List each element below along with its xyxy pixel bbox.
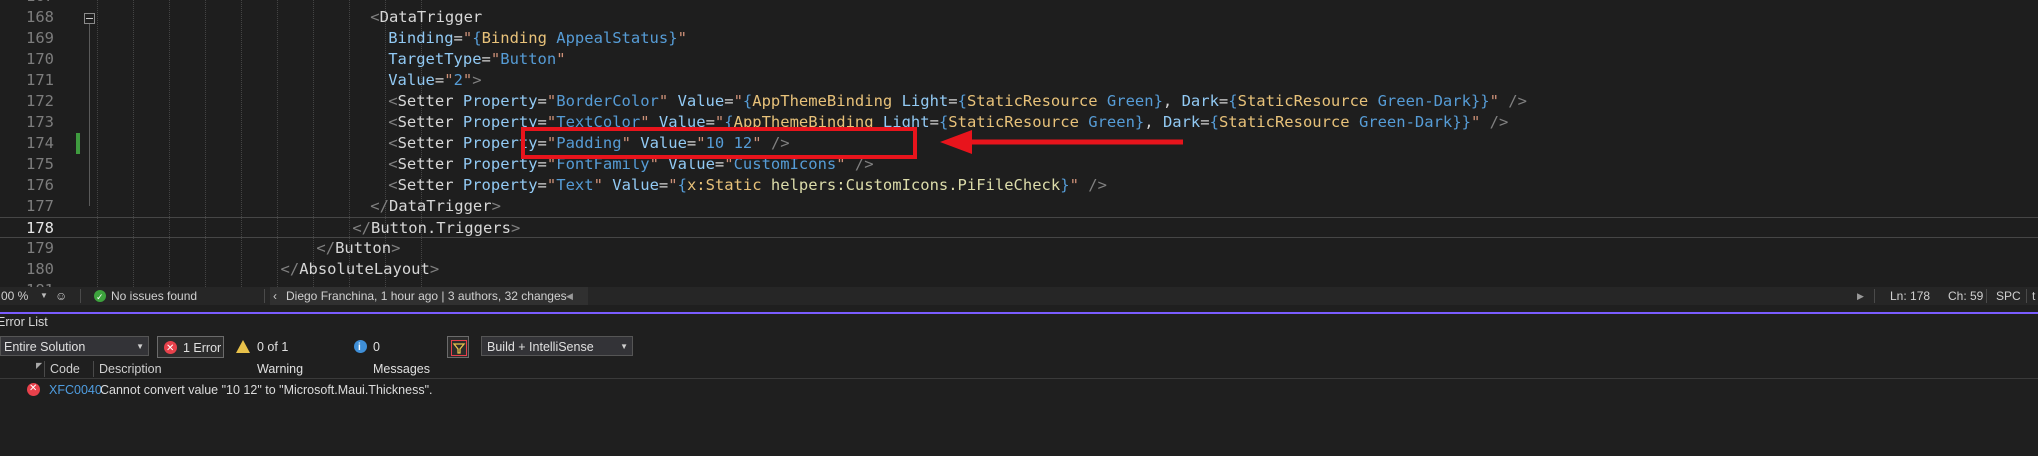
panel-divider[interactable] bbox=[0, 312, 2038, 314]
fold-toggle[interactable] bbox=[84, 13, 95, 24]
code-line[interactable]: 172 <Setter Property="BorderColor" Value=… bbox=[0, 91, 2038, 112]
code-line[interactable]: 170 TargetType="Button" bbox=[0, 49, 2038, 70]
line-number: 181 bbox=[0, 280, 54, 287]
line-number: 173 bbox=[26, 113, 54, 131]
line-number: 170 bbox=[26, 50, 54, 68]
code-line[interactable]: 177 </DataTrigger> bbox=[0, 196, 2038, 217]
separator bbox=[1874, 289, 1875, 303]
error-list-title: Error List bbox=[0, 315, 48, 329]
line-number: 176 bbox=[26, 176, 54, 194]
code-text: Value="2"> bbox=[388, 71, 482, 89]
line-number: 174 bbox=[26, 134, 54, 152]
errors-filter-label: 1 Error bbox=[183, 341, 222, 355]
code-text: TargetType="Button" bbox=[388, 50, 566, 68]
build-source-value: Build + IntelliSense bbox=[487, 340, 594, 354]
code-text: </Button> bbox=[316, 239, 401, 257]
code-text: <Setter Property="BorderColor" Value="{A… bbox=[388, 92, 1527, 110]
build-source-dropdown[interactable]: Build + IntelliSense ▼ bbox=[481, 336, 633, 356]
annotation-highlight-box bbox=[521, 127, 917, 159]
git-blame-text: Diego Franchina, 1 hour ago | 3 authors,… bbox=[286, 289, 567, 303]
chevron-down-icon: ▼ bbox=[620, 342, 628, 351]
code-text: </DataTrigger> bbox=[370, 197, 501, 215]
code-text: Binding="{Binding AppealStatus}" bbox=[388, 29, 687, 47]
sort-icon[interactable]: ◤ bbox=[36, 357, 42, 375]
error-icon bbox=[164, 338, 177, 360]
code-text: <DataTrigger bbox=[370, 8, 483, 26]
line-number-indicator[interactable]: Ln: 178 bbox=[1890, 287, 1930, 305]
separator bbox=[2026, 289, 2027, 303]
change-indicator bbox=[76, 133, 80, 154]
fold-guide bbox=[89, 24, 90, 206]
line-number: 168 bbox=[26, 8, 54, 26]
code-line[interactable]: 167 bbox=[0, 0, 2038, 7]
column-header-description[interactable]: Description bbox=[99, 360, 162, 378]
line-number: 179 bbox=[26, 239, 54, 257]
column-indicator[interactable]: Ch: 59 bbox=[1948, 287, 1983, 305]
chevron-down-icon[interactable]: ▼ bbox=[40, 287, 48, 305]
error-row[interactable]: XFC0040 Cannot convert value "10 12" to … bbox=[0, 380, 2038, 399]
code-text: </Button.Triggers> bbox=[352, 219, 521, 237]
code-line[interactable]: 171 Value="2"> bbox=[0, 70, 2038, 91]
line-number: 177 bbox=[26, 197, 54, 215]
scope-dropdown-value: Entire Solution bbox=[4, 340, 86, 354]
code-line[interactable]: 179 </Button> bbox=[0, 238, 2038, 259]
copilot-icon[interactable]: ☺ bbox=[55, 287, 67, 305]
chevron-left-icon[interactable]: ‹ bbox=[273, 287, 277, 305]
code-line[interactable]: 176 <Setter Property="Text" Value="{x:Sta… bbox=[0, 175, 2038, 196]
messages-filter-button[interactable]: 0 Messages bbox=[354, 336, 440, 376]
header-divider bbox=[0, 378, 2038, 379]
filter-icon bbox=[451, 340, 467, 356]
column-separator[interactable] bbox=[44, 361, 45, 377]
check-icon bbox=[94, 288, 106, 306]
separator bbox=[1986, 289, 1987, 303]
line-number: 167 bbox=[0, 0, 54, 7]
separator bbox=[80, 289, 81, 303]
line-number: 169 bbox=[26, 29, 54, 47]
filter-button[interactable] bbox=[447, 336, 469, 358]
scope-dropdown[interactable]: Entire Solution ▼ bbox=[0, 336, 149, 356]
error-icon bbox=[27, 380, 40, 398]
warning-icon bbox=[236, 340, 250, 353]
line-number: 180 bbox=[26, 260, 54, 278]
error-list-header: ◤ Code Description bbox=[0, 360, 2038, 378]
chevron-down-icon: ▼ bbox=[136, 342, 144, 351]
error-description: Cannot convert value "10 12" to "Microso… bbox=[100, 383, 433, 397]
git-blame-info[interactable]: ‹ Diego Franchina, 1 hour ago | 3 author… bbox=[270, 287, 588, 305]
code-line[interactable]: 181 bbox=[0, 280, 2038, 287]
issues-status[interactable]: No issues found bbox=[111, 287, 197, 305]
warnings-filter-button[interactable]: 0 of 1 Warning bbox=[236, 336, 336, 376]
code-line[interactable]: 180 </AbsoluteLayout> bbox=[0, 259, 2038, 280]
code-line[interactable]: 169 Binding="{Binding AppealStatus}" bbox=[0, 28, 2038, 49]
info-icon bbox=[354, 337, 367, 359]
error-code-link[interactable]: XFC0040 bbox=[49, 381, 102, 399]
code-text: <Setter Property="Text" Value="{x:Static… bbox=[388, 176, 1107, 194]
scroll-right-icon[interactable]: ▶ bbox=[1857, 287, 1864, 305]
annotation-arrow bbox=[940, 130, 1183, 154]
column-header-code[interactable]: Code bbox=[50, 360, 80, 378]
line-number: 172 bbox=[26, 92, 54, 110]
whitespace-indicator[interactable]: SPC bbox=[1996, 287, 2021, 305]
code-line[interactable]: 178 </Button.Triggers> bbox=[0, 217, 2038, 238]
line-number: 175 bbox=[26, 155, 54, 173]
zoom-level[interactable]: 00 % bbox=[1, 287, 28, 305]
line-number: 178 bbox=[26, 219, 54, 237]
error-list-toolbar: Entire Solution ▼ 1 Error 0 of 1 Warning… bbox=[0, 336, 2038, 376]
line-number: 171 bbox=[26, 71, 54, 89]
code-editor[interactable]: 167168 <DataTrigger 169 Binding="{Binding A… bbox=[0, 0, 2038, 287]
separator bbox=[264, 289, 265, 303]
code-text: </AbsoluteLayout> bbox=[280, 260, 440, 278]
scroll-left-icon[interactable]: ◀ bbox=[566, 287, 573, 305]
editor-status-bar: 00 % ▼ ☺ No issues found ‹ Diego Franchi… bbox=[0, 287, 2038, 306]
code-line[interactable]: 168 <DataTrigger bbox=[0, 7, 2038, 28]
code-line[interactable]: 175 <Setter Property="FontFamily" Value="… bbox=[0, 154, 2038, 175]
column-separator[interactable] bbox=[93, 361, 94, 377]
errors-filter-button[interactable]: 1 Error bbox=[157, 336, 224, 360]
line-ending-indicator[interactable]: t bbox=[2032, 287, 2035, 305]
